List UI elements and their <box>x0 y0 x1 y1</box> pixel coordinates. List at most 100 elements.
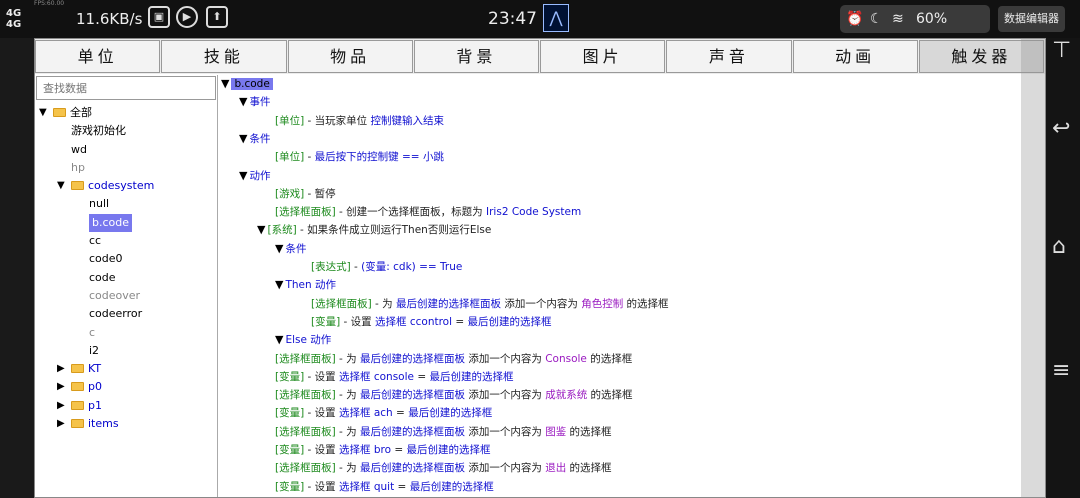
tree-item[interactable]: b.code <box>35 213 217 232</box>
tree-item[interactable]: 游戏初始化 <box>35 122 217 140</box>
tree-item-label: codeerror <box>89 307 143 321</box>
code-line[interactable]: ▼ 事件 <box>239 93 270 111</box>
code-line[interactable]: [变量] - 设置 选择框 bro = 最后创建的选择框 <box>257 441 491 459</box>
code-token: = <box>413 370 430 383</box>
code-line[interactable]: [变量] - 设置 选择框 ccontrol = 最后创建的选择框 <box>293 313 552 331</box>
tree-item[interactable]: codeover <box>35 287 217 305</box>
code-line[interactable]: [选择框面板] - 创建一个选择框面板，标题为 Iris2 Code Syste… <box>257 203 581 221</box>
collapse-arrow-icon[interactable]: ▼ <box>275 333 283 346</box>
code-line[interactable]: ▼ b.code <box>221 75 273 93</box>
collapse-arrow-icon[interactable]: ▼ <box>257 223 265 236</box>
code-token: 最后按下的控制键 == 小跳 <box>314 151 444 164</box>
tree-item[interactable]: ▼ codesystem <box>35 177 217 195</box>
play-icon: ▶ <box>176 6 198 28</box>
folder-icon <box>71 181 84 191</box>
code-token: [选择框面板] <box>275 389 336 402</box>
tree-item[interactable]: c <box>35 324 217 342</box>
code-line[interactable]: [变量] - 设置 选择框 console = 最后创建的选择框 <box>257 368 513 386</box>
menu-icon[interactable]: ≡ <box>1052 358 1070 383</box>
code-line[interactable]: [游戏] - 暂停 <box>257 185 336 203</box>
tab-sound[interactable]: 声音 <box>666 40 792 73</box>
tree-item[interactable]: ▼ 全部 <box>35 104 217 122</box>
code-line[interactable]: ▼ 条件 <box>239 130 270 148</box>
code-token: [表达式] <box>311 261 351 273</box>
tree-item[interactable]: null <box>35 195 217 213</box>
moon-icon: ☾ <box>870 11 883 27</box>
code-token: Then 动作 <box>285 279 336 292</box>
code-line[interactable]: [选择框面板] - 为 最后创建的选择框面板 添加一个内容为 Console 的… <box>257 350 632 368</box>
collapse-arrow-icon[interactable]: ▼ <box>275 242 283 255</box>
code-token: = <box>452 315 468 328</box>
tree-item-label: cc <box>89 234 102 248</box>
tree-item[interactable]: cc <box>35 232 217 250</box>
collapse-arrow-icon[interactable]: ▼ <box>221 77 229 90</box>
collapse-arrow-icon[interactable]: ▼ <box>239 132 247 145</box>
code-token: 成就系统 <box>545 389 588 402</box>
tab-background[interactable]: 背景 <box>413 40 539 73</box>
code-line[interactable]: [选择框面板] - 为 最后创建的选择框面板 添加一个内容为 角色控制 的选择框 <box>293 295 669 313</box>
data-editor-button[interactable]: 数据编辑器 <box>998 6 1065 32</box>
expand-arrow-icon[interactable]: ▶ <box>57 360 65 378</box>
code-line[interactable]: [选择框面板] - 为 最后创建的选择框面板 添加一个内容为 成就系统 的选择框 <box>257 386 633 404</box>
expand-arrow-icon[interactable]: ▶ <box>57 397 65 415</box>
tree-item-label: p0 <box>88 380 102 394</box>
tab-item[interactable]: 物品 <box>287 40 413 73</box>
code-line[interactable]: [选择框面板] - 为 最后创建的选择框面板 添加一个内容为 退出 的选择框 <box>257 459 612 477</box>
tree-item-label: b.code <box>89 213 133 232</box>
code-line[interactable]: [单位] - 当玩家单位 控制键输入结束 <box>257 112 444 130</box>
collapse-arrow-icon[interactable]: ▼ <box>275 278 283 291</box>
tree-item[interactable]: ▶ KT <box>35 360 217 378</box>
code-line[interactable]: ▼ Then 动作 <box>275 276 336 294</box>
tree-item[interactable]: ▶ p1 <box>35 397 217 415</box>
tree-item[interactable]: ▶ p0 <box>35 378 217 396</box>
tab-unit[interactable]: 单位 <box>35 40 161 73</box>
code-token: - <box>350 261 362 273</box>
trigger-editor: ▼ b.code ▼ 事件 [单位] - 当玩家单位 控制键输入结束 ▼ 条件 [单位] - … <box>218 75 1045 497</box>
tree-item-label: KT <box>88 362 102 376</box>
code-token: 的选择框 <box>586 352 633 365</box>
code-line[interactable]: ▼ Else 动作 <box>275 331 331 349</box>
status-bar: FPS:60.00 4G 4G 11.6KB/s ▣ ▶ ⬆ 23:47 ⋀ ⏰ … <box>0 0 1080 38</box>
code-line[interactable]: ▼ [系统] - 如果条件成立则运行Then否则运行Else <box>257 221 491 239</box>
tab-image[interactable]: 图片 <box>540 40 666 73</box>
code-line[interactable]: [选择框面板] - 为 最后创建的选择框面板 添加一个内容为 图鉴 的选择框 <box>257 423 612 441</box>
tree-item[interactable]: codeerror <box>35 305 217 323</box>
code-line[interactable]: [变量] - 设置 选择框 quit = 最后创建的选择框 <box>257 478 494 496</box>
tree-item[interactable]: wd <box>35 141 217 159</box>
collapse-arrow-icon[interactable]: ▼ <box>239 169 247 182</box>
home-icon[interactable]: ⌂ <box>1052 234 1066 259</box>
code-token: 添加一个内容为 <box>501 297 582 310</box>
code-line[interactable]: [表达式] - (变量: cdk) == True <box>293 258 462 276</box>
trigger-tree: ▼ 全部游戏初始化 wd hp ▼ codesystem null b.code cc code0… <box>35 104 217 433</box>
tree-item-label: code0 <box>89 252 123 266</box>
tree-item[interactable]: i2 <box>35 342 217 360</box>
collapse-arrow-icon[interactable]: ▼ <box>39 104 47 122</box>
code-line[interactable]: [变量] - 设置 选择框 ach = 最后创建的选择框 <box>257 404 492 422</box>
code-token: 最后创建的选择框 <box>408 407 493 420</box>
code-token: 的选择框 <box>566 462 612 475</box>
tree-item-label: 全部 <box>70 106 92 119</box>
code-token: [选择框面板] <box>275 352 336 365</box>
code-token: = <box>392 407 409 420</box>
search-input[interactable] <box>36 76 216 100</box>
code-line[interactable]: ▼ 动作 <box>239 167 270 185</box>
code-token: [选择框面板] <box>275 425 336 438</box>
code-token: [选择框面板] <box>275 206 336 219</box>
code-line[interactable]: [单位] - 最后按下的控制键 == 小跳 <box>257 148 444 166</box>
code-token: - <box>304 151 315 164</box>
tree-item[interactable]: hp <box>35 159 217 177</box>
code-token: 事件 <box>249 96 271 109</box>
collapse-arrow-icon[interactable]: ▼ <box>239 95 247 108</box>
tree-item[interactable]: code <box>35 269 217 287</box>
tree-item[interactable]: ▶ items <box>35 415 217 433</box>
expand-arrow-icon[interactable]: ▶ <box>57 378 65 396</box>
expand-arrow-icon[interactable]: ▶ <box>57 415 65 433</box>
tab-animation[interactable]: 动画 <box>792 40 918 73</box>
pin-icon[interactable]: ⊤ <box>1052 38 1071 63</box>
code-token: - 设置 <box>340 315 376 328</box>
tree-item[interactable]: code0 <box>35 250 217 268</box>
code-line[interactable]: ▼ 条件 <box>275 240 306 258</box>
collapse-arrow-icon[interactable]: ▼ <box>57 177 65 195</box>
back-icon[interactable]: ↩ <box>1052 116 1070 141</box>
tab-skill[interactable]: 技能 <box>161 40 287 73</box>
